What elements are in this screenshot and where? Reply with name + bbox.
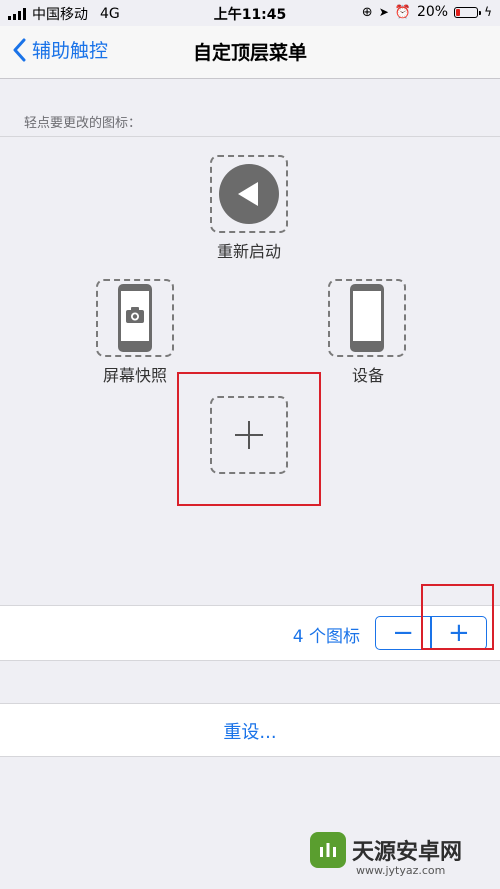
watermark-url: www.jytyaz.com bbox=[356, 864, 446, 877]
slot-device-label: 设备 bbox=[351, 366, 384, 385]
charging-icon: ϟ bbox=[484, 5, 492, 19]
section-header: 轻点要更改的图标： bbox=[24, 116, 142, 131]
battery-percent: 20% bbox=[416, 4, 449, 20]
location-icon: ➤ bbox=[378, 5, 389, 19]
device-icon bbox=[350, 284, 384, 352]
screenshot-icon bbox=[118, 284, 152, 352]
highlight-box-plus bbox=[421, 584, 494, 650]
battery-icon bbox=[454, 6, 482, 18]
slot-restart[interactable] bbox=[210, 155, 288, 233]
reset-row: 重设... bbox=[0, 703, 500, 757]
icon-count-label: 4 个图标 bbox=[292, 627, 360, 647]
navigation-bar: 辅助触控 自定顶层菜单 bbox=[0, 26, 500, 79]
slot-screenshot[interactable] bbox=[96, 279, 174, 357]
reset-button[interactable]: 重设... bbox=[0, 718, 500, 744]
watermark-text: 天源安卓网 bbox=[352, 840, 463, 865]
slot-add[interactable] bbox=[210, 396, 288, 474]
slot-device[interactable] bbox=[328, 279, 406, 357]
slot-restart-label: 重新启动 bbox=[216, 242, 281, 261]
page-title: 自定顶层菜单 bbox=[192, 42, 307, 64]
section-divider bbox=[0, 136, 500, 137]
restart-icon bbox=[219, 164, 279, 224]
status-bar: 中国移动 4G 上午11:45 ⊕ ➤ ⏰ 20% ϟ bbox=[0, 0, 500, 26]
watermark-logo-icon bbox=[310, 832, 346, 868]
alarm-icon: ⏰ bbox=[394, 4, 411, 20]
watermark: 天源安卓网 bbox=[310, 832, 462, 868]
plus-icon bbox=[235, 421, 263, 449]
orientation-lock-icon: ⊕ bbox=[361, 4, 373, 20]
